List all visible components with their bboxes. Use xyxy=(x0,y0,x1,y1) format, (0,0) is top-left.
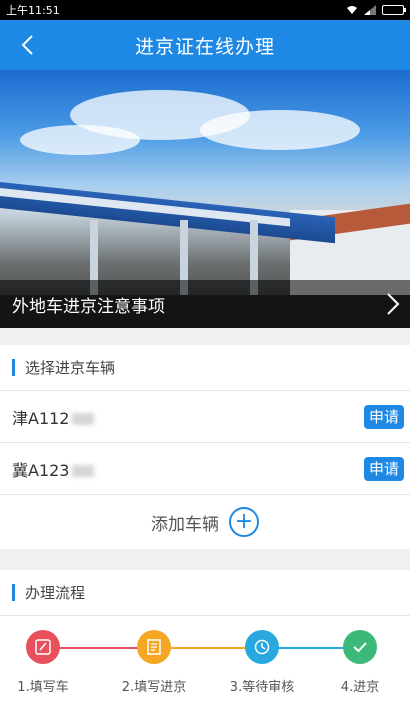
section-accent-bar xyxy=(12,359,15,376)
wifi-icon xyxy=(347,6,357,14)
battery-icon xyxy=(382,5,406,15)
status-bar: 上午11:51 xyxy=(0,0,410,20)
section-title: 办理流程 xyxy=(25,584,86,602)
add-vehicle-button[interactable]: 添加车辆 + xyxy=(0,495,410,549)
section-title: 选择进京车辆 xyxy=(25,359,116,377)
banner-caption-text: 外地车进京注意事项 xyxy=(12,296,165,317)
step-label: 2.填写进京 xyxy=(121,680,187,695)
vehicle-section: 选择进京车辆 津A112 申请 冀A123 申请 添加车辆 + xyxy=(0,345,410,549)
section-header: 办理流程 xyxy=(0,570,410,616)
step-label: 1.填写车 xyxy=(17,680,69,695)
vehicle-row[interactable]: 冀A123 申请 xyxy=(0,443,410,495)
banner[interactable]: 外地车进京注意事项 xyxy=(0,70,410,328)
chevron-left-icon xyxy=(21,35,33,55)
vehicle-plate: 津A112 xyxy=(12,405,364,429)
status-time: 上午11:51 xyxy=(6,4,60,17)
process-section: 办理流程 1.填写车 2.填写进京 3.等待审核 4.进京 xyxy=(0,570,410,708)
process-step: 3.等待审核 xyxy=(220,630,304,695)
vehicle-plate: 冀A123 xyxy=(12,457,364,481)
apply-button[interactable]: 申请 xyxy=(363,456,404,481)
process-steps: 1.填写车 2.填写进京 3.等待审核 4.进京 xyxy=(0,616,410,708)
add-vehicle-label: 添加车辆 xyxy=(151,514,219,535)
step-label: 4.进京 xyxy=(340,680,380,695)
cloud-decoration xyxy=(200,110,360,150)
edit-icon xyxy=(26,630,60,664)
step-label: 3.等待审核 xyxy=(229,680,295,695)
signal-icon xyxy=(364,5,376,15)
document-icon xyxy=(137,630,171,664)
back-button[interactable] xyxy=(12,30,42,60)
chevron-right-icon xyxy=(387,293,400,315)
vehicle-row[interactable]: 津A112 申请 xyxy=(0,391,410,443)
apply-button[interactable]: 申请 xyxy=(363,404,404,429)
process-step: 2.填写进京 xyxy=(112,630,196,695)
section-header: 选择进京车辆 xyxy=(0,345,410,391)
clock-icon xyxy=(245,630,279,664)
redaction-mask xyxy=(71,413,94,425)
check-icon xyxy=(343,630,377,664)
page-title: 进京证在线办理 xyxy=(134,35,275,58)
app-bar: 进京证在线办理 xyxy=(0,20,410,70)
process-step: 1.填写车 xyxy=(1,630,85,695)
banner-caption[interactable]: 外地车进京注意事项 xyxy=(0,280,410,328)
section-accent-bar xyxy=(12,584,15,601)
redaction-mask xyxy=(71,465,94,477)
plus-icon: + xyxy=(229,507,259,537)
process-step: 4.进京 xyxy=(318,630,402,695)
cloud-decoration xyxy=(20,125,140,155)
